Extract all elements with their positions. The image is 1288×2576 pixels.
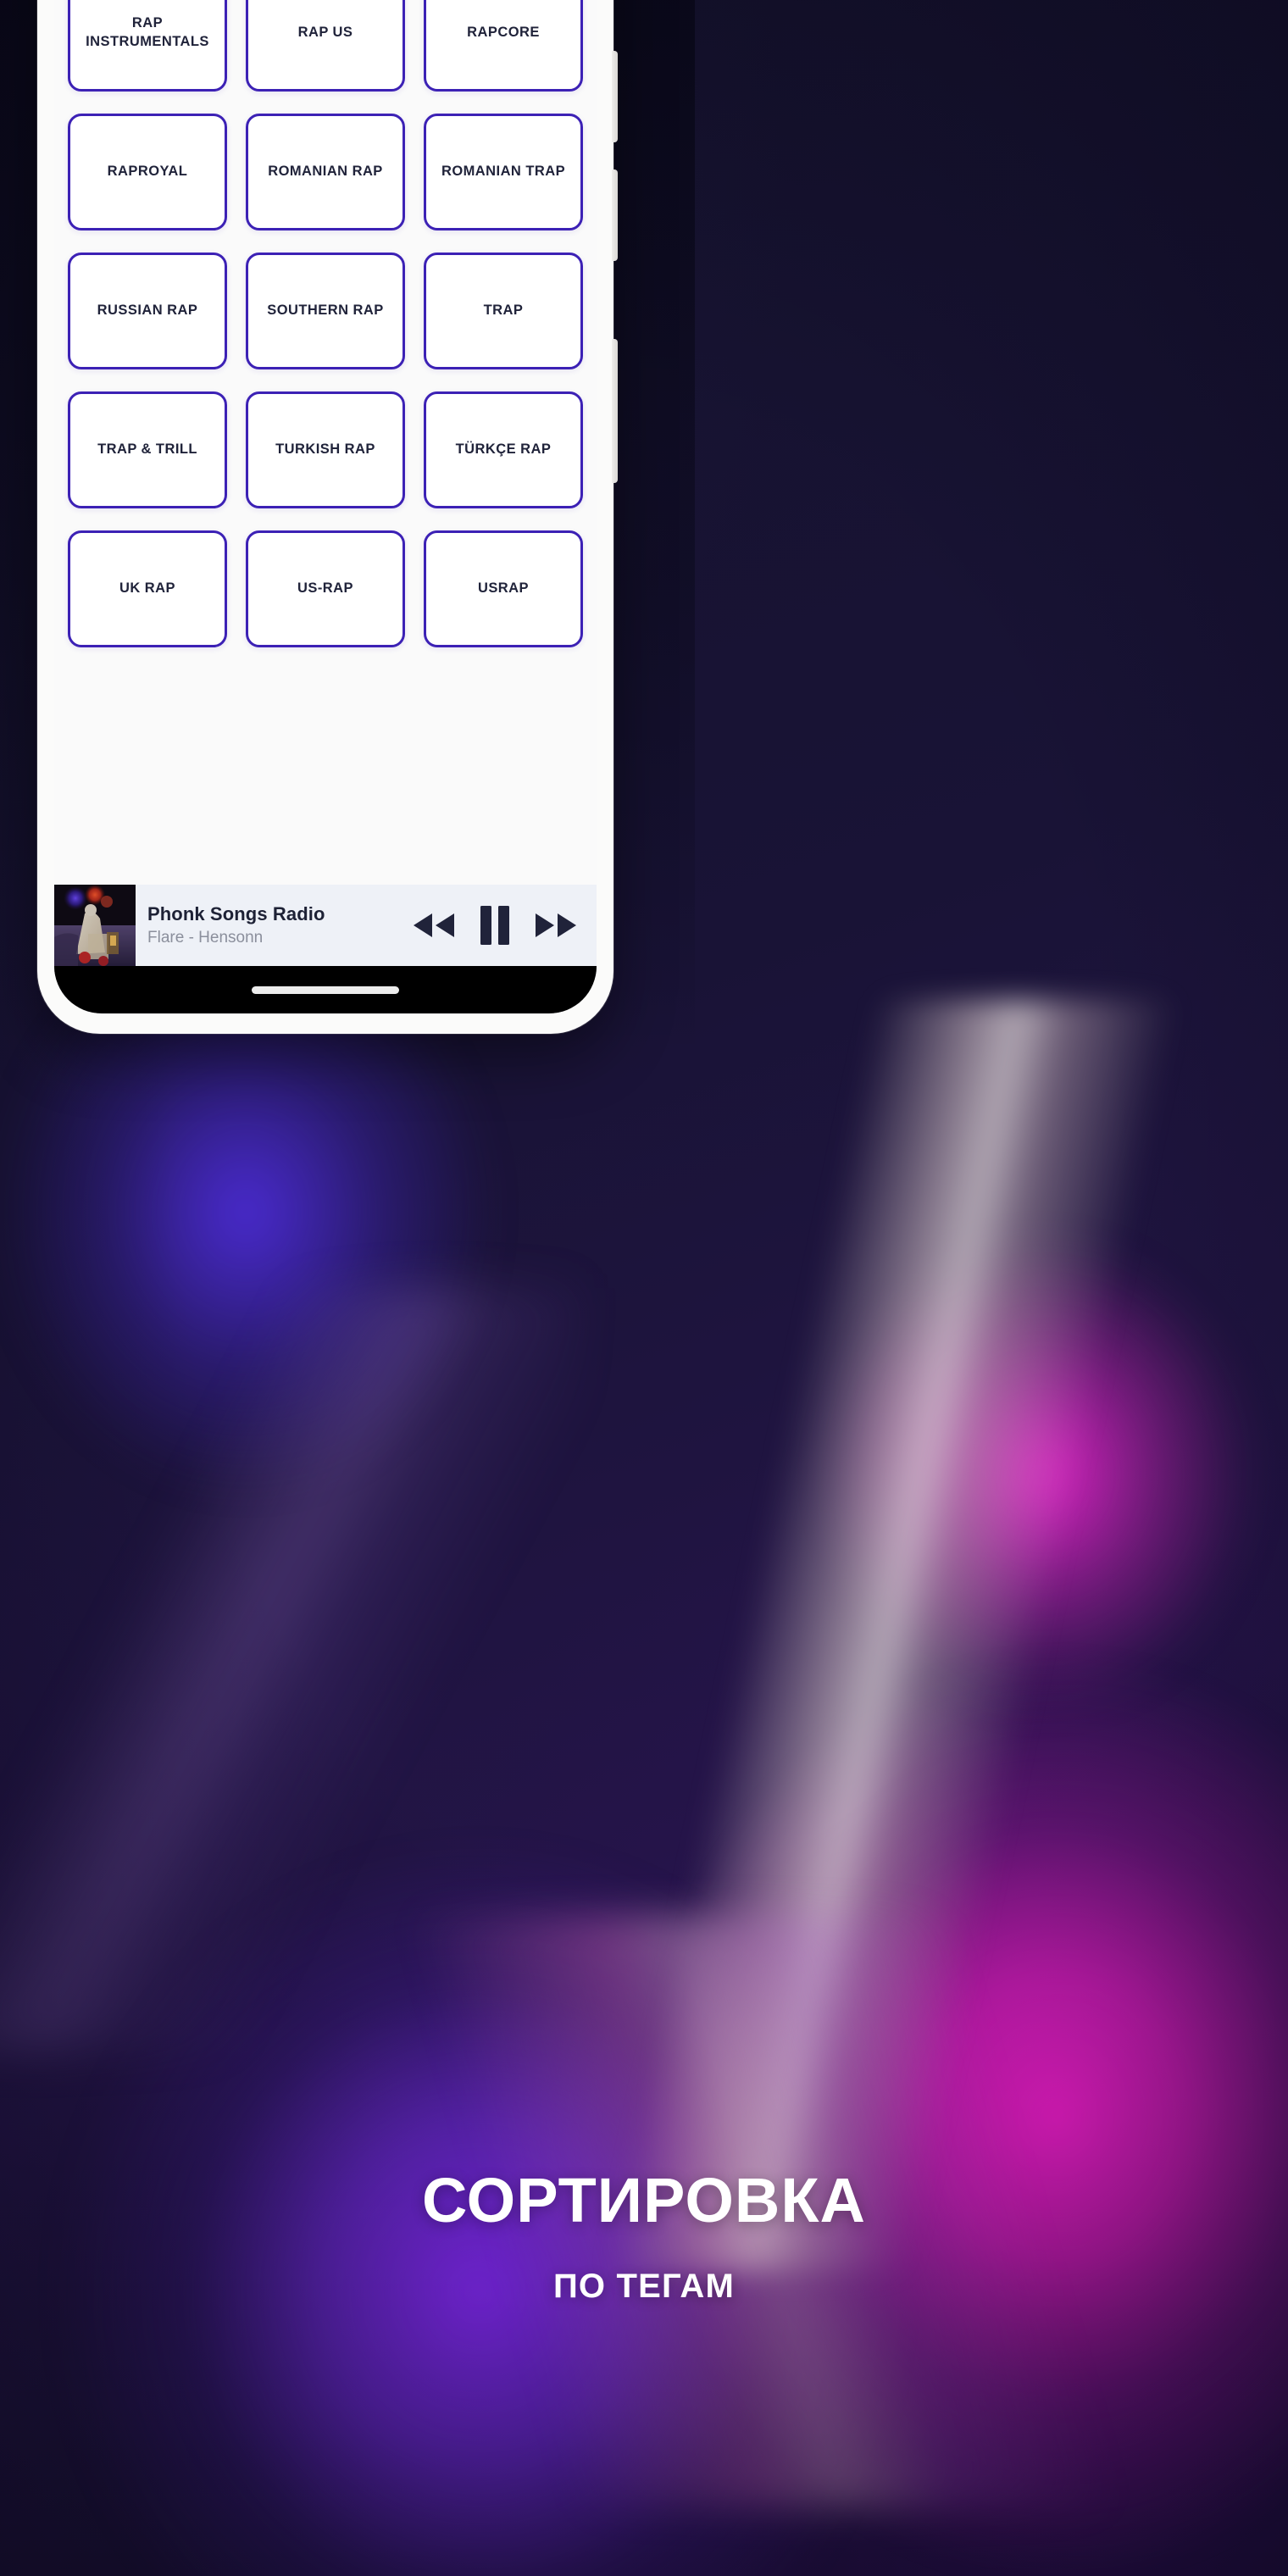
tag-card-label: RAPCORE (467, 25, 540, 41)
tag-card-label: SOUTHERN RAP (267, 303, 384, 319)
fast-forward-button[interactable] (534, 910, 578, 941)
radio-app: NOVO NORDESTE FM ARAPIRACA OLD SCHOOL RA… (54, 0, 597, 1013)
tag-card-label: TRAP & TRILL (97, 441, 197, 458)
phone-volume-down-button[interactable] (612, 169, 618, 261)
tag-card-label: USRAP (477, 580, 529, 597)
tag-card-label: TÜRKÇE RAP (455, 441, 552, 458)
tag-card-label: TURKISH RAP (275, 441, 375, 458)
tag-card-label: UK RAP (119, 580, 175, 597)
tag-grid[interactable]: NOVO NORDESTE FM ARAPIRACA OLD SCHOOL RA… (54, 0, 597, 885)
tag-card-trap-and-trill[interactable]: TRAP & TRILL (68, 391, 227, 508)
track-info: Phonk Songs Radio Flare - Hensonn (136, 903, 412, 947)
promo-subtitle: ПО ТЕГАМ (552, 2268, 736, 2305)
home-indicator-bar (54, 966, 597, 1013)
pause-icon (478, 906, 512, 945)
tag-card-label: ROMANIAN TRAP (441, 164, 566, 180)
station-name: Phonk Songs Radio (147, 903, 325, 925)
tag-card-romanian-rap[interactable]: ROMANIAN RAP (246, 114, 405, 230)
phone-power-button[interactable] (612, 339, 618, 483)
player-controls (412, 906, 597, 945)
tag-card-raproyal[interactable]: RAPROYAL (68, 114, 227, 230)
tag-card-us-rap[interactable]: US-RAP (246, 530, 405, 647)
now-playing-text: Flare - Hensonn (147, 928, 264, 947)
tag-card-southern-rap[interactable]: SOUTHERN RAP (246, 253, 405, 369)
tag-card-rap-instrumentals[interactable]: RAP INSTRUMENTALS (68, 0, 227, 92)
tag-card-label: RAP US (297, 25, 353, 41)
tag-card-label: RAPROYAL (107, 164, 188, 180)
tag-card-label: ROMANIAN RAP (268, 164, 383, 180)
tag-card-rapcore[interactable]: RAPCORE (424, 0, 583, 92)
fast-forward-icon (534, 910, 578, 941)
tag-card-label: RUSSIAN RAP (97, 303, 198, 319)
rewind-button[interactable] (412, 910, 456, 941)
home-indicator[interactable] (252, 985, 399, 994)
mini-player[interactable]: Phonk Songs Radio Flare - Hensonn (54, 885, 597, 966)
tag-card-rap-us[interactable]: RAP US (246, 0, 405, 92)
tag-card-usrap[interactable]: USRAP (424, 530, 583, 647)
tag-card-russian-rap[interactable]: RUSSIAN RAP (68, 253, 227, 369)
phone-volume-up-button[interactable] (612, 51, 618, 142)
promo-title: СОРТИРОВКА (422, 2165, 866, 2235)
tag-card-turkce-rap[interactable]: TÜRKÇE RAP (424, 391, 583, 508)
tag-card-label: TRAP (483, 303, 524, 319)
phone-screen: NOVO NORDESTE FM ARAPIRACA OLD SCHOOL RA… (54, 0, 597, 1013)
tag-card-label: US-RAP (297, 580, 353, 597)
tag-card-uk-rap[interactable]: UK RAP (68, 530, 227, 647)
tag-card-trap[interactable]: TRAP (424, 253, 583, 369)
tag-card-romanian-trap[interactable]: ROMANIAN TRAP (424, 114, 583, 230)
phone-mockup: NOVO NORDESTE FM ARAPIRACA OLD SCHOOL RA… (37, 0, 618, 1034)
tag-card-turkish-rap[interactable]: TURKISH RAP (246, 391, 405, 508)
tag-card-label: RAP INSTRUMENTALS (86, 15, 209, 49)
rewind-icon (412, 910, 456, 941)
album-artwork[interactable] (54, 885, 136, 966)
pause-button[interactable] (478, 906, 512, 945)
promo-text-block: СОРТИРОВКА ПО ТЕГАМ (0, 2169, 1288, 2306)
